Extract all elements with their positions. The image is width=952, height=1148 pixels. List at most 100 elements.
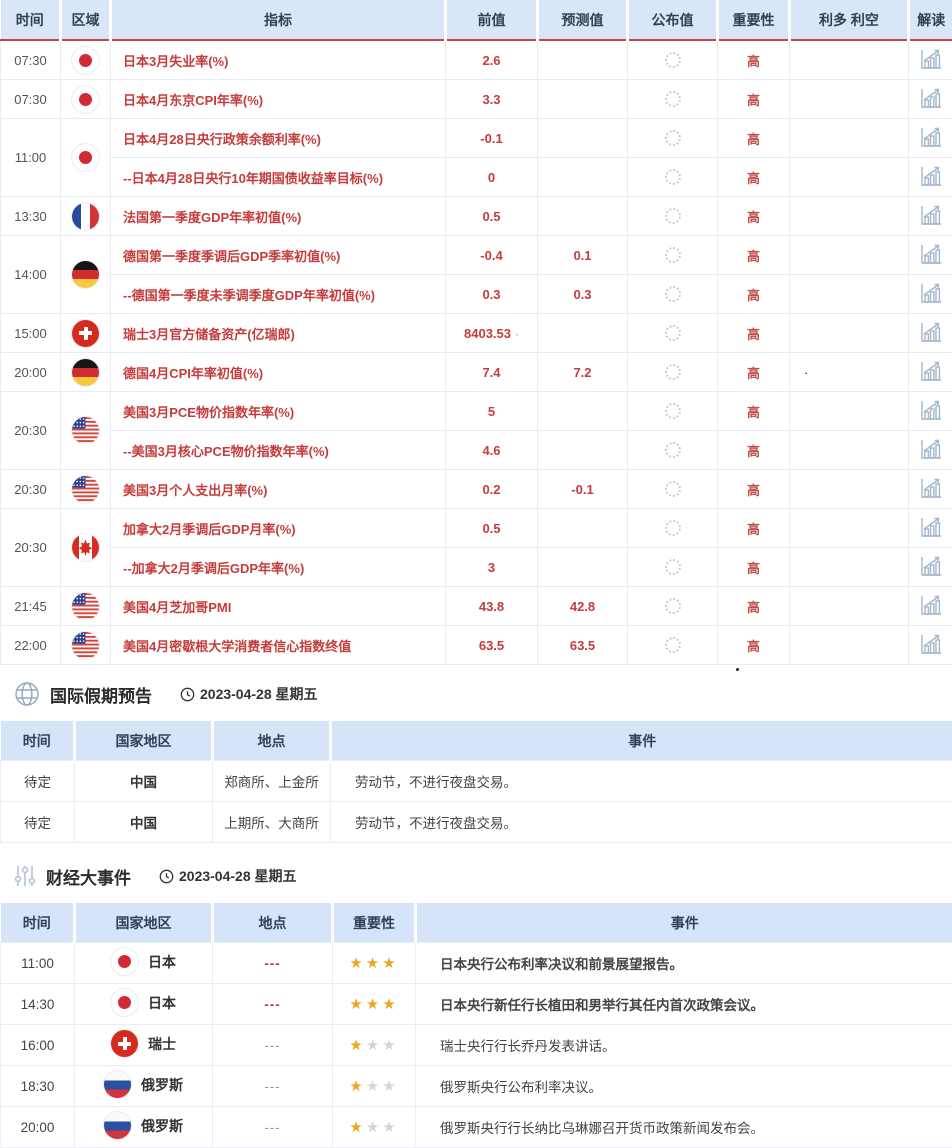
bar-chart-icon[interactable] xyxy=(919,516,943,538)
indicator-name: 美国4月密歇根大学消费者信心指数终值 xyxy=(111,626,446,665)
calendar-row: 20:30美国3月个人支出月率(%)0.2-0.1高 xyxy=(1,470,952,509)
forecast-value xyxy=(538,40,628,80)
interpret-cell[interactable] xyxy=(909,314,952,353)
published-value xyxy=(628,392,718,431)
stars-cell: ★★★ xyxy=(333,1107,416,1148)
event-cell: 日本央行公布利率决议和前景展望报告。 xyxy=(416,943,952,984)
column-header-5: 公布值 xyxy=(628,0,718,40)
flag-usa-icon xyxy=(72,632,99,659)
country-cell: 中国 xyxy=(75,761,213,802)
flag-usa-icon xyxy=(72,593,99,620)
interpret-cell[interactable] xyxy=(909,587,952,626)
bar-chart-icon[interactable] xyxy=(919,204,943,226)
bar-chart-icon[interactable] xyxy=(919,87,943,109)
indicator-name: --加拿大2月季调后GDP年率(%) xyxy=(111,548,446,587)
published-value xyxy=(628,119,718,158)
events-header-row: 时间国家地区地点重要性事件 xyxy=(1,903,952,943)
previous-value: -0.1 xyxy=(446,119,538,158)
indicator-name: 法国第一季度GDP年率初值(%) xyxy=(111,197,446,236)
region-cell xyxy=(61,353,111,392)
bar-chart-icon[interactable] xyxy=(919,399,943,421)
indicator-name: 美国4月芝加哥PMI xyxy=(111,587,446,626)
bar-chart-icon[interactable] xyxy=(919,360,943,382)
bull-bear-cell xyxy=(790,40,909,80)
country-cell: 中国 xyxy=(75,802,213,843)
bull-bear-cell xyxy=(790,626,909,665)
calendar-row: --日本4月28日央行10年期国债收益率目标(%)0高 xyxy=(1,158,952,197)
previous-value: 0.5 xyxy=(446,197,538,236)
bar-chart-icon[interactable] xyxy=(919,165,943,187)
bar-chart-icon[interactable] xyxy=(919,282,943,304)
flag-canada-icon xyxy=(72,534,99,561)
interpret-cell[interactable] xyxy=(909,626,952,665)
interpret-cell[interactable] xyxy=(909,197,952,236)
economic-calendar-table: 时间区域指标前值预测值公布值重要性利多 利空解读 07:30日本3月失业率(%)… xyxy=(0,0,952,665)
region-cell xyxy=(61,314,111,353)
bar-chart-icon[interactable] xyxy=(919,321,943,343)
interpret-cell[interactable] xyxy=(909,470,952,509)
bull-bear-cell xyxy=(790,470,909,509)
event-row: 16:00瑞士---★★★瑞士央行行长乔丹发表讲话。 xyxy=(1,1025,952,1066)
importance-stars: ★★★ xyxy=(349,955,398,972)
interpret-cell[interactable] xyxy=(909,275,952,314)
interpret-cell[interactable] xyxy=(909,158,952,197)
previous-value: 7.4 xyxy=(446,353,538,392)
forecast-value xyxy=(538,548,628,587)
flag-germany-icon xyxy=(72,261,99,288)
country-cell: 俄罗斯 xyxy=(75,1066,213,1107)
column-header-7: 利多 利空 xyxy=(790,0,909,40)
column-header-2: 指标 xyxy=(111,0,446,40)
bull-bear-cell xyxy=(790,119,909,158)
bar-chart-icon[interactable] xyxy=(919,633,943,655)
indicator-name: 美国3月个人支出月率(%) xyxy=(111,470,446,509)
importance-stars: ★★★ xyxy=(349,1037,398,1054)
region-cell xyxy=(61,392,111,470)
calendar-row: --美国3月核心PCE物价指数年率(%)4.6高 xyxy=(1,431,952,470)
event-cell: 劳动节，不进行夜盘交易。 xyxy=(331,761,952,802)
interpret-cell[interactable] xyxy=(909,80,952,119)
column-header-2: 地点 xyxy=(213,903,333,943)
time-cell: 07:30 xyxy=(1,80,61,119)
forecast-value xyxy=(538,197,628,236)
interpret-cell[interactable] xyxy=(909,236,952,275)
place-cell: 郑商所、上金所 xyxy=(213,761,331,802)
time-cell: 20:30 xyxy=(1,470,61,509)
interpret-cell[interactable] xyxy=(909,509,952,548)
bar-chart-icon[interactable] xyxy=(919,555,943,577)
calendar-row: 07:30日本4月东京CPI年率(%)3.3高 xyxy=(1,80,952,119)
importance-value: 高 xyxy=(718,353,790,392)
interpret-cell[interactable] xyxy=(909,392,952,431)
indicator-name: 日本3月失业率(%) xyxy=(111,40,446,80)
loading-spinner-icon xyxy=(665,52,681,68)
bar-chart-icon[interactable] xyxy=(919,243,943,265)
bar-chart-icon[interactable] xyxy=(919,477,943,499)
globe-icon xyxy=(14,681,40,707)
bar-chart-icon[interactable] xyxy=(919,438,943,460)
country-cell: 俄罗斯 xyxy=(75,1107,213,1148)
region-cell xyxy=(61,470,111,509)
interpret-cell[interactable] xyxy=(909,119,952,158)
previous-value: 3.3 xyxy=(446,80,538,119)
importance-value: 高 xyxy=(718,587,790,626)
bar-chart-icon[interactable] xyxy=(919,594,943,616)
place-cell: 上期所、大商所 xyxy=(213,802,331,843)
calendar-row: --加拿大2月季调后GDP年率(%)3高 xyxy=(1,548,952,587)
country-cell: 日本 xyxy=(75,943,213,984)
indicator-name: 瑞士3月官方储备资产(亿瑞郎) xyxy=(111,314,446,353)
interpret-cell[interactable] xyxy=(909,353,952,392)
calendar-row: 14:00德国第一季度季调后GDP季率初值(%)-0.40.1高 xyxy=(1,236,952,275)
importance-value: 高 xyxy=(718,509,790,548)
interpret-cell[interactable] xyxy=(909,431,952,470)
bar-chart-icon[interactable] xyxy=(919,126,943,148)
calendar-row: --德国第一季度未季调季度GDP年率初值(%)0.30.3高 xyxy=(1,275,952,314)
region-cell xyxy=(61,587,111,626)
interpret-cell[interactable] xyxy=(909,548,952,587)
interpret-cell[interactable] xyxy=(909,40,952,80)
bull-bear-cell xyxy=(790,548,909,587)
bull-bear-cell xyxy=(790,197,909,236)
bar-chart-icon[interactable] xyxy=(919,48,943,70)
loading-spinner-icon xyxy=(665,208,681,224)
event-cell: 俄罗斯央行公布利率决议。 xyxy=(416,1066,952,1107)
published-value xyxy=(628,470,718,509)
importance-value: 高 xyxy=(718,314,790,353)
